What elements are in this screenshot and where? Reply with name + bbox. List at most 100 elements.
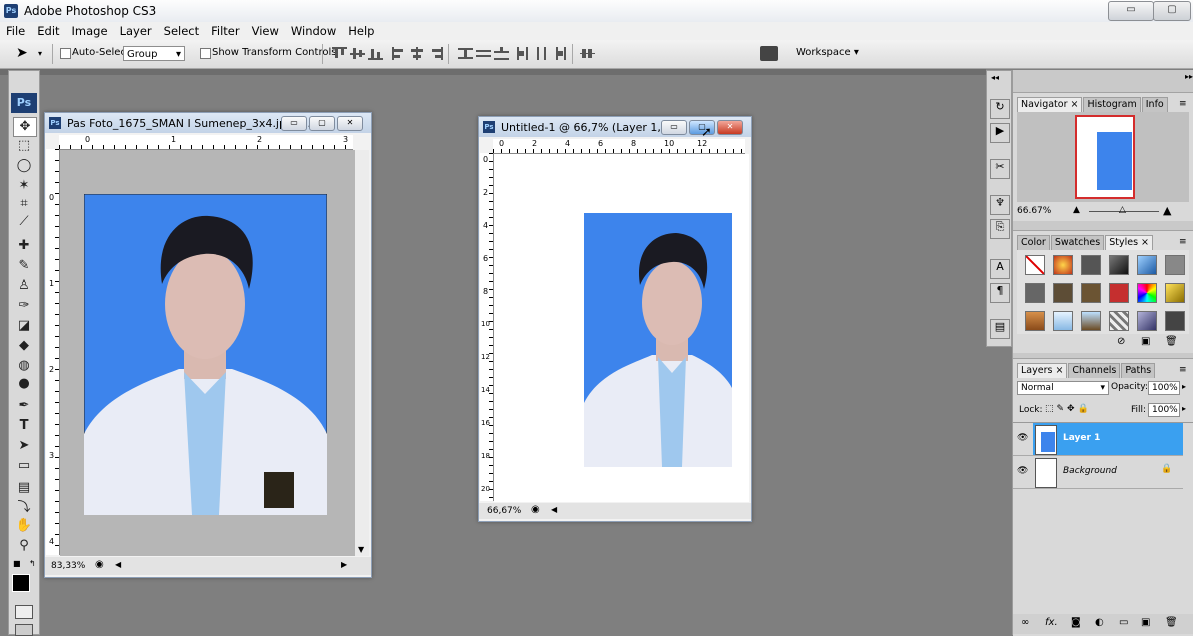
workspace-menu[interactable]: Workspace ▾ <box>796 47 859 58</box>
visibility-eye-icon[interactable]: 👁 <box>1017 433 1029 443</box>
style-swatch[interactable] <box>1025 311 1045 331</box>
eyedropper-tool-icon[interactable]: ⤵ <box>13 499 35 517</box>
menu-view[interactable]: View <box>246 22 285 38</box>
zoom-slider-thumb[interactable]: △ <box>1119 205 1126 215</box>
magic-wand-tool-icon[interactable]: ✶ <box>13 177 35 195</box>
align-top-icon[interactable] <box>332 47 347 60</box>
move-tool-icon[interactable]: ✥ <box>13 117 37 137</box>
healing-brush-tool-icon[interactable]: ✚ <box>13 237 35 255</box>
tab-channels[interactable]: Channels <box>1068 363 1121 378</box>
restore-button[interactable]: ▢ <box>1153 1 1191 21</box>
opacity-input[interactable]: 100% <box>1148 381 1180 395</box>
dodge-tool-icon[interactable]: ● <box>13 375 35 393</box>
style-swatch[interactable] <box>1025 283 1045 303</box>
menu-filter[interactable]: Filter <box>205 22 245 38</box>
fill-input[interactable]: 100% <box>1148 403 1180 417</box>
menu-help[interactable]: Help <box>342 22 380 38</box>
style-swatch[interactable] <box>1165 283 1185 303</box>
align-right-icon[interactable] <box>428 47 443 60</box>
tab-histogram[interactable]: Histogram <box>1083 97 1141 112</box>
collapse-dock-icon[interactable]: ▸▸ <box>1185 72 1193 81</box>
doc-minimize-button[interactable]: ▭ <box>281 116 307 131</box>
move-tool-preset-icon[interactable]: ➤ <box>16 45 28 61</box>
zoom-out-icon[interactable]: ▲ <box>1073 205 1080 215</box>
mask-icon[interactable]: ◙ <box>1071 617 1081 628</box>
navigator-thumbnail[interactable] <box>1075 115 1135 199</box>
opacity-arrow-icon[interactable]: ▸ <box>1182 382 1186 391</box>
menu-file[interactable]: File <box>0 22 31 38</box>
marquee-tool-icon[interactable]: ⬚ <box>13 137 35 155</box>
fx-icon[interactable]: fx. <box>1045 617 1058 628</box>
brush-tool-icon[interactable]: ✎ <box>13 257 35 275</box>
style-swatch[interactable] <box>1109 283 1129 303</box>
layer-row-layer1[interactable]: 👁 Layer 1 <box>1013 423 1183 456</box>
distribute-left-icon[interactable] <box>516 47 531 60</box>
crop-tool-icon[interactable]: ⌗ <box>13 195 35 213</box>
style-swatch[interactable] <box>1137 283 1157 303</box>
history-icon[interactable]: ↻ <box>990 99 1010 119</box>
notes-tool-icon[interactable]: ▤ <box>13 479 35 497</box>
doc-maximize-button[interactable]: ▢ <box>309 116 335 131</box>
document-window-untitled[interactable]: Ps Untitled-1 @ 66,7% (Layer 1, R... ▭ ▢… <box>478 116 752 522</box>
align-left-icon[interactable] <box>392 47 407 60</box>
brushes-icon[interactable]: ♆ <box>990 195 1010 215</box>
hand-tool-icon[interactable]: ✋ <box>13 517 35 535</box>
document-window-pas-foto[interactable]: Ps Pas Foto_1675_SMAN I Sumenep_3x4.jpg … <box>44 112 372 578</box>
menu-edit[interactable]: Edit <box>31 22 65 38</box>
doc-close-button[interactable]: ✕ <box>717 120 743 135</box>
status-menu-icon[interactable]: ◉ <box>95 559 104 570</box>
paint-bucket-tool-icon[interactable]: ◆ <box>13 337 35 355</box>
shape-tool-icon[interactable]: ▭ <box>13 457 35 475</box>
style-swatch[interactable] <box>1081 255 1101 275</box>
style-swatch[interactable] <box>1053 255 1073 275</box>
tab-navigator[interactable]: Navigator × <box>1017 97 1083 112</box>
new-style-icon[interactable]: ▣ <box>1141 336 1150 347</box>
quick-mask-icon[interactable] <box>15 605 33 619</box>
auto-select-dropdown[interactable]: Group ▾ <box>123 46 185 61</box>
style-swatch[interactable] <box>1109 255 1129 275</box>
panel-menu-icon[interactable]: ≡ <box>1179 237 1187 247</box>
default-colors-icon[interactable]: ■ <box>13 559 21 568</box>
auto-align-layers-icon[interactable] <box>580 47 595 60</box>
minimize-button[interactable]: ▭ <box>1108 1 1154 21</box>
doc-minimize-button[interactable]: ▭ <box>661 120 687 135</box>
style-swatch[interactable] <box>1053 283 1073 303</box>
scroll-left-arrow-icon[interactable]: ◀ <box>115 560 121 569</box>
blur-tool-icon[interactable]: ◍ <box>13 357 35 375</box>
link-icon[interactable]: ∞ <box>1021 617 1029 628</box>
style-none-swatch[interactable] <box>1025 255 1045 275</box>
foreground-color-swatch[interactable] <box>12 574 30 592</box>
photo-image[interactable] <box>84 194 327 515</box>
canvas-area[interactable] <box>60 150 355 556</box>
distribute-hcenter-icon[interactable] <box>534 47 549 60</box>
menu-layer[interactable]: Layer <box>114 22 158 38</box>
status-menu-icon[interactable]: ◉ <box>531 504 540 515</box>
navigator-zoom-value[interactable]: 66.67% <box>1017 206 1051 216</box>
menu-window[interactable]: Window <box>285 22 342 38</box>
style-swatch[interactable] <box>1109 311 1129 331</box>
layer-comps-icon[interactable]: ▤ <box>990 319 1010 339</box>
tab-color[interactable]: Color <box>1017 235 1050 250</box>
tab-styles[interactable]: Styles × <box>1105 235 1153 250</box>
eraser-tool-icon[interactable]: ◪ <box>13 317 35 335</box>
style-swatch[interactable] <box>1053 311 1073 331</box>
layer1-photo-image[interactable] <box>584 213 732 467</box>
adjustment-icon[interactable]: ◐ <box>1095 617 1104 628</box>
fill-arrow-icon[interactable]: ▸ <box>1182 404 1186 413</box>
distribute-bottom-icon[interactable] <box>494 47 509 60</box>
preset-dropdown-icon[interactable]: ▾ <box>38 49 42 58</box>
align-hcenter-icon[interactable] <box>410 47 425 60</box>
doc-close-button[interactable]: ✕ <box>337 116 363 131</box>
tab-swatches[interactable]: Swatches <box>1050 235 1105 250</box>
document-title-bar[interactable]: Ps Pas Foto_1675_SMAN I Sumenep_3x4.jpg … <box>45 113 371 133</box>
menu-image[interactable]: Image <box>66 22 114 38</box>
scroll-left-arrow-icon[interactable]: ◀ <box>551 505 557 514</box>
zoom-in-icon[interactable]: ▲ <box>1163 204 1171 217</box>
swap-colors-icon[interactable]: ↰ <box>29 559 36 568</box>
style-swatch[interactable] <box>1137 255 1157 275</box>
collapse-panels-icon[interactable]: ◂◂ <box>991 73 999 82</box>
clone-source-icon[interactable]: ⎘ <box>990 219 1010 239</box>
type-tool-icon[interactable]: T <box>13 417 35 435</box>
distribute-vcenter-icon[interactable] <box>476 47 491 60</box>
tab-layers[interactable]: Layers × <box>1017 363 1068 378</box>
